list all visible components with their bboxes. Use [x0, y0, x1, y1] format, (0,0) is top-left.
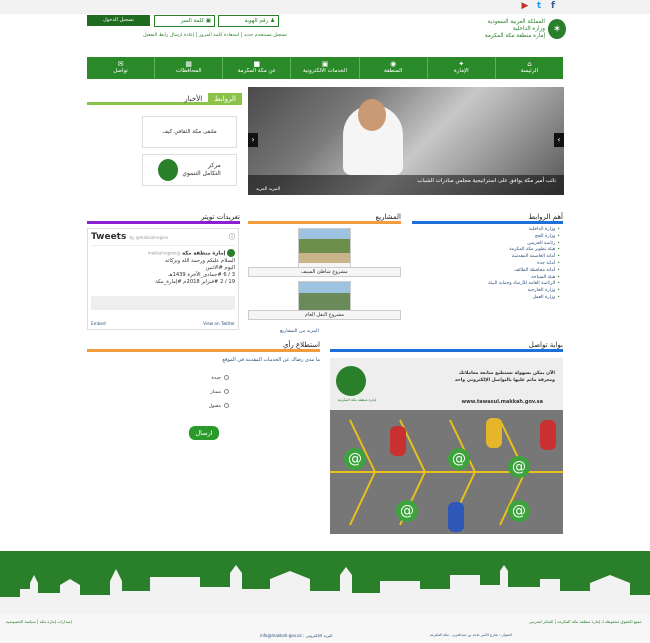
- nav-home[interactable]: ⌂ الرئيسة: [494, 57, 563, 79]
- tawasul-portal-banner[interactable]: إمارة منطقة مكة المكرمة الآن يمكن بسهولة…: [330, 358, 563, 534]
- footer-links[interactable]: إصدارات إمارة مكة | سياسة الخصوصية: [6, 619, 72, 624]
- login-links[interactable]: تسجيل مستخدم جديد | استعادة كلمة المرور …: [87, 33, 287, 38]
- lock-icon: ▣: [205, 18, 211, 24]
- password-input[interactable]: ▣ كلمة السر: [154, 15, 215, 27]
- poll-option[interactable]: ممتاز: [175, 386, 235, 400]
- important-links-title: أهم الروابط: [412, 212, 563, 224]
- nav-contact[interactable]: ✉ تواصل: [87, 57, 154, 79]
- home-icon: ⌂: [527, 60, 532, 68]
- tweet-image[interactable]: [91, 295, 235, 310]
- national-id-input[interactable]: ♟ رقم الهوية: [218, 15, 279, 27]
- view-on-twitter-link[interactable]: View on Twitter: [203, 321, 235, 326]
- link-item[interactable]: أمانة جدة: [412, 261, 560, 268]
- projects-title: المشاريع: [248, 212, 401, 224]
- link-item[interactable]: وزارة العمل: [412, 295, 560, 302]
- footer-address: العنوان : شارع الأمير ماجد بن عبدالعزيز …: [430, 633, 512, 637]
- at-sign-icon: @: [396, 500, 418, 522]
- org-line3: إمارة منطقة مكة المكرمة: [484, 32, 545, 39]
- info-icon[interactable]: ⓘ: [229, 232, 235, 241]
- project-label[interactable]: مشروع النقل العام: [248, 310, 401, 320]
- emblem-icon: ✦: [458, 60, 465, 68]
- poll-option[interactable]: جيدة: [175, 372, 235, 386]
- footer-email[interactable]: البريد الالكتروني : info@makkah-gov.sa: [260, 633, 332, 638]
- avatar: [227, 249, 235, 257]
- project-image: [299, 282, 350, 310]
- location-icon: ◉: [390, 60, 397, 68]
- radio-button[interactable]: [224, 389, 229, 394]
- nav-about-makkah[interactable]: ■ عن مكة المكرمة: [222, 57, 290, 79]
- slider-more-link[interactable]: المزيد المزيد: [256, 187, 280, 192]
- at-sign-icon: @: [344, 448, 366, 470]
- projects-more-link[interactable]: المزيد من المشاريع: [280, 329, 319, 334]
- slider-next-arrow[interactable]: ›: [554, 133, 564, 147]
- important-links-list: وزارة الداخلية وزارة الحج رئاسة الحرمين …: [412, 227, 560, 302]
- link-item[interactable]: الرئاسة العامة للأرصاد وحماية البيئة: [412, 281, 560, 288]
- site-logo[interactable]: ✶ المملكة العربية السعودية وزارة الداخلي…: [480, 14, 566, 44]
- contact-icon: ✉: [117, 60, 124, 68]
- login-button[interactable]: تسجيل الدخول: [87, 15, 150, 26]
- makkah-skyline-graphic: [0, 565, 650, 615]
- radio-button[interactable]: [224, 403, 229, 408]
- at-sign-icon: @: [448, 448, 470, 470]
- tweets-heading: Tweets: [91, 232, 127, 242]
- car-image: [390, 426, 406, 456]
- tweet: إمارة منطقة مكة @makkahregion السلام علي…: [91, 245, 235, 310]
- twitter-title: تغريدات تويتر: [87, 212, 240, 224]
- org-line1: المملكة العربية السعودية: [487, 18, 545, 25]
- org-line2: وزارة الداخلية: [512, 25, 545, 32]
- tab-links[interactable]: الروابط: [208, 93, 242, 103]
- at-sign-icon: @: [508, 456, 530, 478]
- services-icon: ▣: [321, 60, 329, 68]
- link-item[interactable]: وزارة الحج: [412, 234, 560, 241]
- twitter-widget: Tweets by @makkahregion ⓘ إمارة منطقة مك…: [87, 228, 239, 330]
- emblem-icon: ✶: [548, 19, 566, 39]
- poll-submit-button[interactable]: ارسال: [189, 426, 219, 440]
- nav-region[interactable]: ◉ المنطقة: [358, 57, 427, 79]
- footer-copyright: جميع الحقوق محفوظة لـ إمارة منطقة مكة ال…: [528, 619, 642, 624]
- embed-link[interactable]: Embed: [91, 321, 106, 326]
- footer-bar: جميع الحقوق محفوظة لـ إمارة منطقة مكة ال…: [0, 615, 650, 643]
- kaaba-icon: ■: [253, 60, 261, 68]
- link-item[interactable]: وزارة الخارجية: [412, 288, 560, 295]
- tawasul-title: بوابة تواصل: [330, 340, 563, 352]
- twitter-icon[interactable]: t: [534, 1, 544, 12]
- slider-prev-arrow[interactable]: ‹: [248, 133, 258, 147]
- tab-news[interactable]: الأخبار: [178, 93, 208, 103]
- poll-option[interactable]: مقبول: [175, 400, 235, 414]
- youtube-icon[interactable]: ▶: [520, 1, 530, 12]
- link-item[interactable]: أمانة محافظة الطائف: [412, 268, 560, 275]
- car-image: [448, 502, 464, 532]
- at-sign-icon: @: [508, 500, 530, 522]
- project-label[interactable]: مشروع شاطئ السيف: [248, 267, 401, 277]
- project-image: [299, 229, 350, 263]
- news-slider[interactable]: ‹ › نائب أمير مكة يوافق على استراتيجية م…: [248, 87, 564, 195]
- social-links: ▶ t f: [520, 1, 558, 12]
- facebook-icon[interactable]: f: [548, 1, 558, 12]
- link-item[interactable]: وزارة الداخلية: [412, 227, 560, 234]
- main-nav: ⌂ الرئيسة ✦ الإمارة ◉ المنطقة ▣ الخدمات الال…: [87, 57, 563, 79]
- link-item[interactable]: أمانة العاصمة المقدسة: [412, 254, 560, 261]
- nav-eservices[interactable]: ▣ الخدمات الالكترونية: [290, 57, 358, 79]
- poll-options: جيدة ممتاز مقبول: [175, 372, 235, 414]
- user-icon: ♟: [270, 18, 275, 24]
- nav-emirate[interactable]: ✦ الإمارة: [426, 57, 495, 79]
- makkah-cultural-forum-banner[interactable]: ملتقى مكة الثقافي كيف: [142, 116, 237, 148]
- development-integration-banner[interactable]: مركز التكامل التنموي: [142, 154, 237, 186]
- cities-icon: ▦: [185, 60, 193, 68]
- slider-caption[interactable]: نائب أمير مكة يوافق على استراتيجية مجلس …: [248, 175, 564, 195]
- car-image: [486, 418, 502, 448]
- links-news-tabs: الروابط الأخبار: [87, 93, 242, 105]
- nav-governorates[interactable]: ▦ المحافظات: [154, 57, 222, 79]
- radio-button[interactable]: [224, 375, 229, 380]
- emblem-icon: [336, 366, 366, 396]
- poll-title: استطلاع رأي: [87, 340, 320, 352]
- car-image: [540, 420, 556, 450]
- emblem-icon: [158, 159, 179, 181]
- poll-question: ما مدى رضاك عن الخدمات المقدمة في الموقع: [222, 357, 320, 363]
- footer-skyline: [0, 551, 650, 615]
